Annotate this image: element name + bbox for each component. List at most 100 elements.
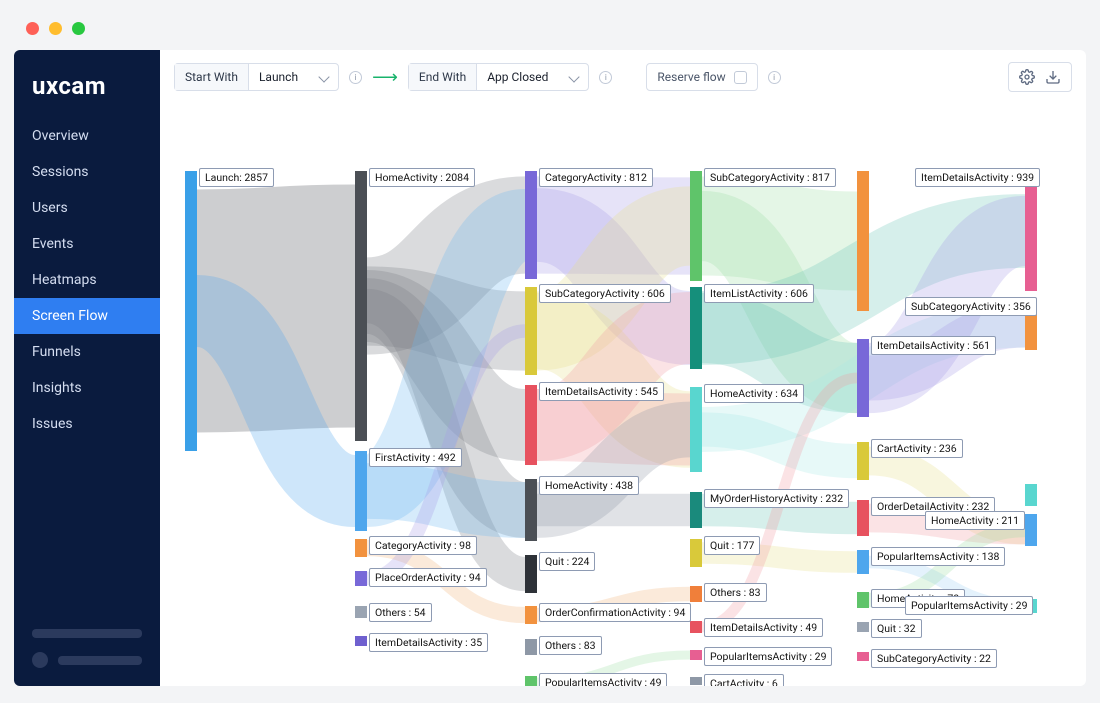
sidebar-item-issues[interactable]: Issues <box>14 406 160 442</box>
sankey-node-bar[interactable] <box>690 621 702 633</box>
sankey-node-bar[interactable] <box>525 606 537 624</box>
placeholder-line <box>32 629 142 638</box>
end-with-value: App Closed <box>487 70 548 84</box>
sankey-node-bar[interactable] <box>690 586 702 602</box>
sankey-node-label[interactable]: Quit : 224 <box>539 552 595 571</box>
sankey-node-bar[interactable] <box>525 676 537 686</box>
sankey-node-label[interactable]: Others : 83 <box>704 583 767 602</box>
zoom-icon[interactable] <box>72 22 85 35</box>
sankey-node-bar[interactable] <box>355 171 367 441</box>
sankey-node-bar[interactable] <box>690 677 702 685</box>
sankey-node-bar[interactable] <box>525 639 537 655</box>
sankey-node-bar[interactable] <box>1025 514 1037 546</box>
sankey-node-bar[interactable] <box>690 287 702 369</box>
end-with-select[interactable]: App Closed <box>477 64 588 90</box>
sidebar-item-heatmaps[interactable]: Heatmaps <box>14 262 160 298</box>
sankey-node-bar[interactable] <box>857 622 869 632</box>
sankey-node-bar[interactable] <box>857 339 869 417</box>
main-panel: Start With Launch i ⟶ End With App Close… <box>160 50 1086 686</box>
sankey-node-label[interactable]: CategoryActivity : 98 <box>369 536 477 555</box>
sankey-node-label[interactable]: OrderConfirmationActivity : 94 <box>539 603 691 622</box>
sankey-node-bar[interactable] <box>355 571 367 586</box>
sankey-node-bar[interactable] <box>525 287 537 375</box>
sankey-node-label[interactable]: Others : 83 <box>539 636 602 655</box>
sidebar-item-events[interactable]: Events <box>14 226 160 262</box>
reserve-flow-group: Reserve flow <box>646 63 757 91</box>
sankey-node-label[interactable]: PopularItemsActivity : 29 <box>905 596 1033 615</box>
toolbar-actions <box>1008 62 1072 92</box>
sankey-node-label[interactable]: ItemDetailsActivity : 939 <box>915 168 1040 187</box>
sankey-node-label[interactable]: ItemDetailsActivity : 545 <box>539 382 664 401</box>
sankey-node-bar[interactable] <box>857 652 869 661</box>
sankey-node-label[interactable]: SubCategoryActivity : 356 <box>905 297 1037 316</box>
sankey-node-bar[interactable] <box>690 539 702 567</box>
info-icon[interactable]: i <box>349 71 362 84</box>
sankey-node-label[interactable]: Quit : 177 <box>704 536 760 555</box>
sankey-chart[interactable]: Launch: 2857 HomeActivity : 2084 FirstActi… <box>160 104 1086 686</box>
sankey-node-label[interactable]: FirstActivity : 492 <box>369 448 462 467</box>
info-icon[interactable]: i <box>768 71 781 84</box>
sankey-node-bar[interactable] <box>355 636 367 646</box>
sankey-node-label[interactable]: Quit : 32 <box>871 619 922 638</box>
sankey-node-bar[interactable] <box>355 451 367 531</box>
sankey-node-label[interactable]: CategoryActivity : 812 <box>539 168 653 187</box>
chevron-down-icon <box>318 71 329 82</box>
sankey-node-label[interactable]: PopularItemsActivity : 29 <box>704 647 832 666</box>
sankey-node-label[interactable]: CartActivity : 236 <box>871 439 963 458</box>
sankey-node-bar[interactable] <box>690 650 702 660</box>
arrow-right-icon: ⟶ <box>372 67 398 88</box>
sankey-node-bar[interactable] <box>355 539 367 557</box>
sankey-node-label[interactable]: Others : 54 <box>369 603 432 622</box>
start-with-group: Start With Launch <box>174 63 339 91</box>
sankey-node-label[interactable]: ItemDetailsActivity : 561 <box>871 336 996 355</box>
sidebar-item-users[interactable]: Users <box>14 190 160 226</box>
sankey-node-bar[interactable] <box>185 171 197 451</box>
sankey-node-bar[interactable] <box>1025 171 1037 291</box>
sankey-node-label[interactable]: HomeActivity : 438 <box>539 476 639 495</box>
sankey-node-label[interactable]: ItemListActivity : 606 <box>704 284 814 303</box>
sankey-node-bar[interactable] <box>355 606 367 618</box>
sankey-node-label[interactable]: Launch: 2857 <box>199 168 274 187</box>
sankey-node-label[interactable]: HomeActivity : 211 <box>925 511 1025 530</box>
sankey-node-bar[interactable] <box>525 385 537 465</box>
minimize-icon[interactable] <box>49 22 62 35</box>
start-with-label: Start With <box>175 64 249 90</box>
sankey-node-bar[interactable] <box>857 592 869 608</box>
sidebar-item-funnels[interactable]: Funnels <box>14 334 160 370</box>
start-with-select[interactable]: Launch <box>249 64 338 90</box>
sankey-node-bar[interactable] <box>525 479 537 541</box>
window-controls <box>26 22 85 35</box>
close-icon[interactable] <box>26 22 39 35</box>
sankey-node-bar[interactable] <box>690 492 702 528</box>
sankey-node-label[interactable]: PopularItemsActivity : 49 <box>539 673 667 686</box>
gear-icon[interactable] <box>1019 69 1035 85</box>
sankey-node-label[interactable]: MyOrderHistoryActivity : 232 <box>704 489 849 508</box>
app-window: uxcam OverviewSessionsUsersEventsHeatmap… <box>0 0 1100 703</box>
sankey-node-label[interactable]: CartActivity : 6 <box>704 674 784 686</box>
sankey-node-label[interactable]: SubCategoryActivity : 22 <box>871 649 997 668</box>
sankey-node-bar[interactable] <box>525 555 537 593</box>
sankey-node-label[interactable]: PlaceOrderActivity : 94 <box>369 568 487 587</box>
sankey-node-label[interactable]: PopularItemsActivity : 138 <box>871 547 1005 566</box>
sankey-node-label[interactable]: ItemDetailsActivity : 35 <box>369 633 488 652</box>
sidebar-item-overview[interactable]: Overview <box>14 118 160 154</box>
sankey-node-bar[interactable] <box>525 171 537 279</box>
info-icon[interactable]: i <box>599 71 612 84</box>
sankey-node-bar[interactable] <box>690 387 702 472</box>
sankey-node-label[interactable]: SubCategoryActivity : 606 <box>539 284 671 303</box>
sankey-node-bar[interactable] <box>690 171 702 281</box>
sankey-node-label[interactable]: HomeActivity : 2084 <box>369 168 475 187</box>
reserve-flow-checkbox[interactable] <box>734 71 747 84</box>
sankey-node-bar[interactable] <box>857 442 869 480</box>
sankey-node-label[interactable]: SubCategoryActivity : 817 <box>704 168 836 187</box>
sankey-node-bar[interactable] <box>857 171 869 311</box>
sankey-node-bar[interactable] <box>857 550 869 574</box>
sankey-node-bar[interactable] <box>1025 484 1037 506</box>
sidebar-item-insights[interactable]: Insights <box>14 370 160 406</box>
sankey-node-bar[interactable] <box>857 500 869 536</box>
sankey-node-label[interactable]: HomeActivity : 634 <box>704 384 804 403</box>
sidebar-item-sessions[interactable]: Sessions <box>14 154 160 190</box>
sankey-node-label[interactable]: ItemDetailsActivity : 49 <box>704 618 823 637</box>
download-icon[interactable] <box>1045 69 1061 85</box>
sidebar-item-screen-flow[interactable]: Screen Flow <box>14 298 160 334</box>
